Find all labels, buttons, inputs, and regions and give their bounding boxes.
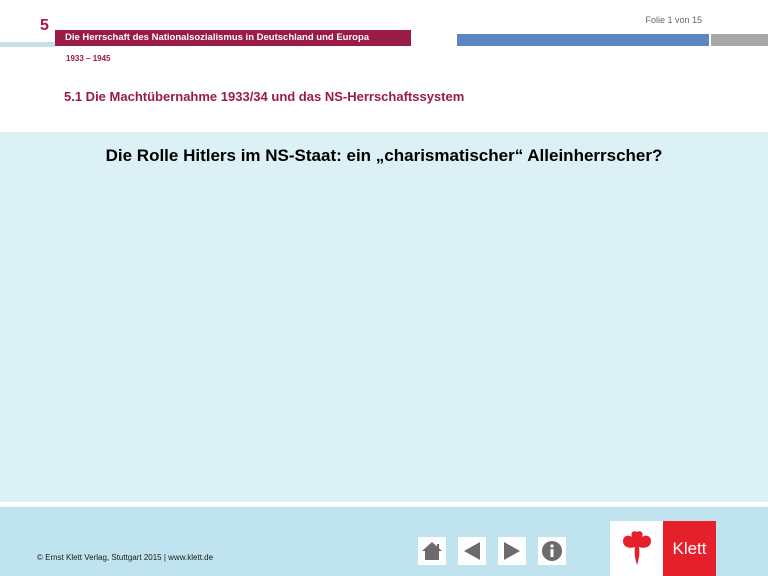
home-icon: [422, 542, 442, 560]
slide-counter: Folie 1 von 15: [645, 15, 702, 25]
footer: © Ernst Klett Verlag, Stuttgart 2015 | w…: [0, 507, 768, 576]
slide-title: Die Rolle Hitlers im NS-Staat: ein „char…: [105, 146, 663, 165]
date-range: 1933 – 1945: [66, 54, 111, 63]
chapter-number: 5: [40, 17, 49, 34]
header-bar-gap: [411, 42, 457, 46]
arrow-left-icon: [464, 542, 480, 560]
section-title: 5.1 Die Machtübernahme 1933/34 und das N…: [64, 89, 465, 104]
info-button[interactable]: [538, 537, 566, 565]
header-bar-left: [0, 42, 55, 47]
arrow-right-icon: [504, 542, 520, 560]
klett-wordmark: Klett: [663, 521, 716, 576]
previous-slide-button[interactable]: [458, 537, 486, 565]
next-slide-button[interactable]: [498, 537, 526, 565]
copyright-text: © Ernst Klett Verlag, Stuttgart 2015 | w…: [37, 553, 214, 562]
header-bar-gray: [711, 34, 768, 46]
chapter-title: Die Herrschaft des Nationalsozialismus i…: [65, 32, 370, 43]
header-bar-blue: [457, 34, 709, 46]
klett-clover-icon: [610, 521, 663, 576]
home-button[interactable]: [418, 537, 446, 565]
info-icon: [542, 541, 562, 561]
klett-logo: Klett: [610, 521, 716, 576]
content-area: Die Rolle Hitlers im NS-Staat: ein „char…: [0, 132, 768, 502]
